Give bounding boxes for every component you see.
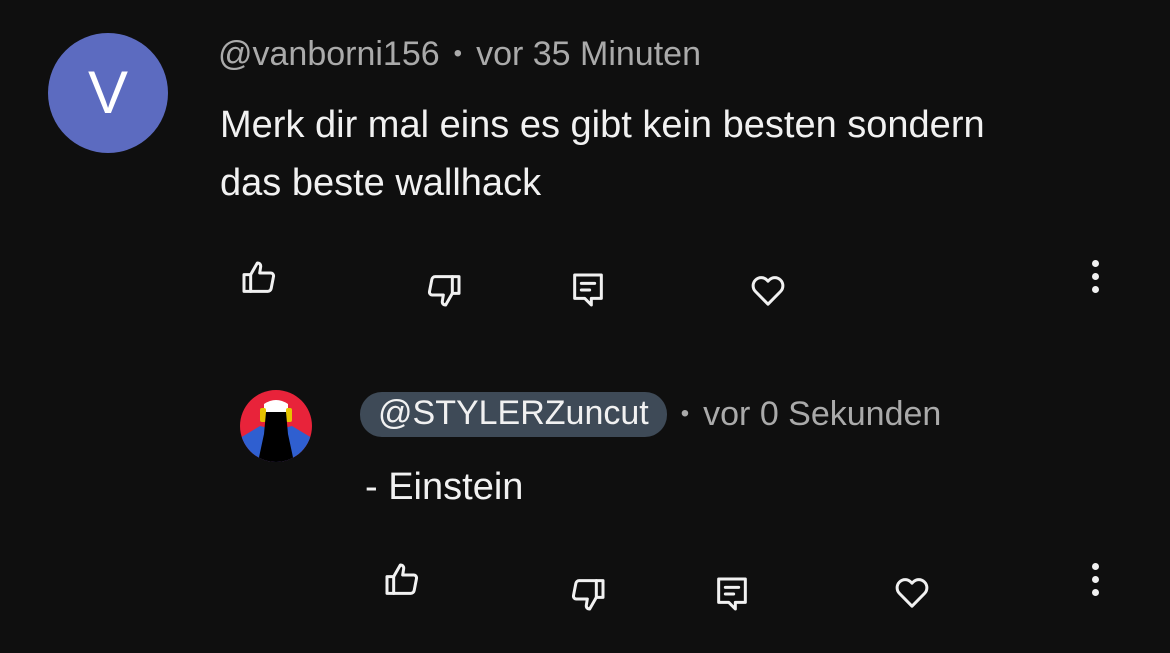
reply-button[interactable] [708,570,756,618]
avatar-letter: V [87,59,129,126]
comment-header: @vanborni156 • vor 35 Minuten [218,33,701,75]
more-options-button[interactable] [1080,252,1110,300]
reply-button[interactable] [564,266,612,314]
heart-icon [895,578,929,608]
thumbs-down-icon [427,275,461,307]
more-vert-icon [1091,575,1099,583]
heart-icon [751,276,785,306]
comment-text-line: das beste wallhack [220,162,542,204]
thumbs-up-icon [385,563,419,595]
avatar[interactable]: V [48,33,168,153]
reply-icon [717,577,747,611]
more-options-button[interactable] [1080,555,1110,603]
more-vert-icon [1091,562,1099,570]
reply-author[interactable]: @STYLERZuncut [360,391,667,437]
more-vert-icon [1091,285,1099,293]
thumbs-up-icon [242,261,276,293]
reply-text: - Einstein [365,466,524,508]
avatar[interactable] [240,390,312,462]
more-vert-icon [1091,272,1099,280]
separator-dot: • [453,40,463,67]
comment-timestamp: vor 35 Minuten [476,34,701,73]
like-button[interactable] [378,556,426,604]
reply-body: - Einstein [365,458,523,516]
user-avatar-icon [240,390,312,462]
dislike-button[interactable] [564,570,612,618]
more-vert-icon [1091,259,1099,267]
like-button[interactable] [235,254,283,302]
reply-timestamp: vor 0 Sekunden [703,394,942,433]
dislike-button[interactable] [420,266,468,314]
heart-button[interactable] [888,568,936,616]
more-vert-icon [1091,588,1099,596]
reply-header: @STYLERZuncut • vor 0 Sekunden [360,390,941,438]
comment-author[interactable]: @vanborni156 [218,35,440,74]
heart-button[interactable] [744,266,792,314]
comment-body: Merk dir mal eins es gibt kein besten so… [220,96,985,212]
comment-text-line: Merk dir mal eins es gibt kein besten so… [220,104,985,146]
thumbs-down-icon [571,579,605,611]
separator-dot: • [680,400,690,427]
reply-icon [573,273,603,307]
